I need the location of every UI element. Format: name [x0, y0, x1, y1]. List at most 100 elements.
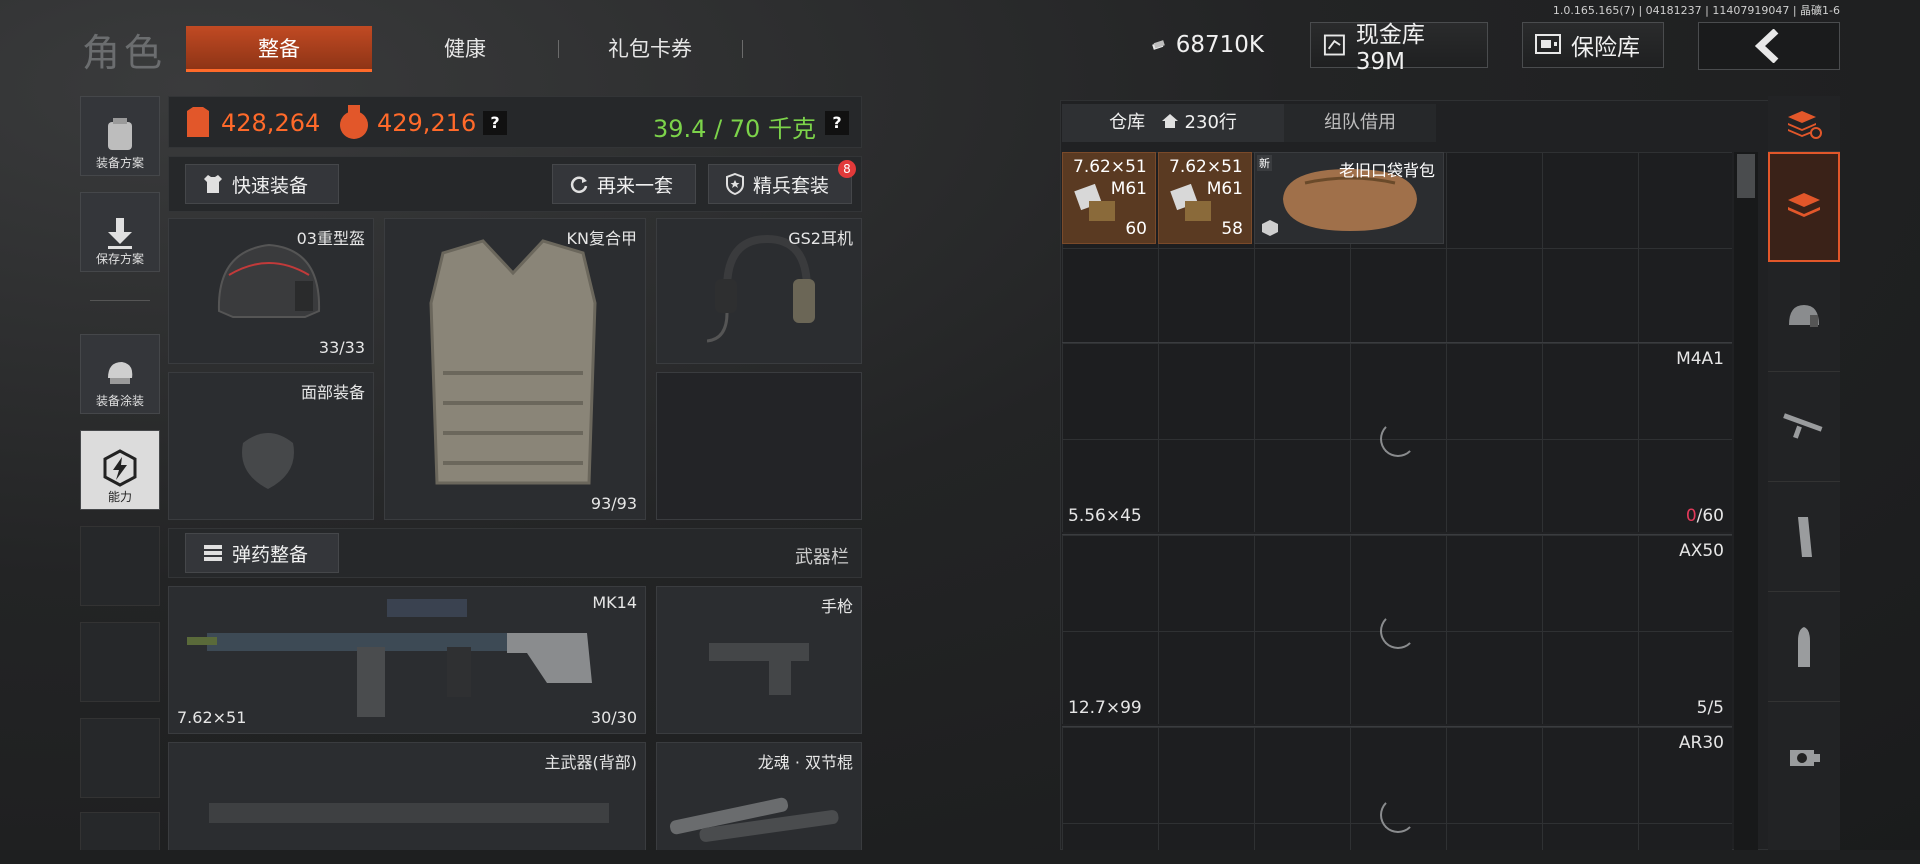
face-slot[interactable]: 面部装备 [168, 372, 374, 520]
tab-equip[interactable]: 整备 [186, 26, 372, 72]
rail-empty-slot [80, 718, 160, 798]
helmet-durability: 33/33 [318, 338, 365, 357]
ammo-item-count: 60 [1125, 219, 1147, 239]
safe-label: 保险库 [1571, 35, 1640, 61]
lightning-hexagon-icon [103, 449, 137, 487]
gun-slot-ax50[interactable]: AX50 12.7×99 5/5 [1062, 534, 1732, 724]
loading-spinner-icon [1380, 613, 1416, 649]
rifle-icon [1783, 412, 1823, 439]
shirt-icon [204, 175, 222, 193]
rail-ability[interactable]: 能力 [80, 430, 160, 510]
tab-health[interactable]: 健康 [372, 26, 558, 72]
rail-divider [90, 300, 150, 301]
filter-ammo[interactable] [1768, 592, 1840, 702]
gun-slot-caliber: 5.56×45 [1068, 506, 1142, 526]
ammo-item-caliber: 7.62×51 [1169, 157, 1243, 177]
filter-rifle[interactable] [1768, 372, 1840, 482]
ammo-item[interactable]: 7.62×51 M61 58 [1158, 152, 1252, 244]
helmet-slot[interactable]: 03重型盔 33/33 [168, 218, 374, 364]
ammo-item-caliber: 7.62×51 [1073, 157, 1147, 177]
scrollbar-thumb[interactable] [1737, 154, 1755, 198]
another-set-button[interactable]: 再来一套 [552, 164, 696, 204]
safe-button[interactable]: 保险库 [1522, 22, 1664, 68]
tab-storage[interactable]: 仓库 230行 [1062, 104, 1284, 142]
rifle-icon [187, 599, 592, 717]
gun-slot-name: AX50 [1679, 541, 1724, 561]
rifle-silhouette-icon [209, 803, 609, 823]
back-weapon-slot[interactable]: 主武器(背部) [168, 742, 646, 854]
loading-spinner-icon [1380, 797, 1416, 833]
rail-label: 装备涂装 [95, 394, 144, 408]
vault-icon [1323, 34, 1345, 56]
shield-icon [726, 173, 744, 195]
value-a: 428,264 [221, 109, 321, 137]
pistol-slot-name: 手枪 [820, 597, 853, 616]
page-title: 角色 [82, 31, 167, 75]
filter-attachment[interactable] [1768, 702, 1840, 812]
primary-weapon-ammo: 30/30 [590, 708, 637, 727]
bottom-strip [0, 850, 1920, 864]
elite-set-button[interactable]: 精兵套装 [708, 164, 852, 204]
ammo-item-type: M61 [1110, 179, 1147, 199]
rail-loadout-plan[interactable]: 装备方案 [80, 96, 160, 176]
gun-slot-caliber: 12.7×99 [1068, 698, 1142, 718]
pistol-icon [709, 643, 809, 695]
value-help-button[interactable]: ? [483, 111, 507, 135]
gun-slot-ammo-count: 5/5 [1696, 698, 1724, 718]
rail-empty-slot [80, 812, 160, 852]
filter-all[interactable] [1768, 152, 1840, 262]
stats-bar: 428,264 429,216 ? 39.4 / 70 千克 ? [168, 96, 862, 148]
gun-slot-m4a1[interactable]: M4A1 5.56×45 0/60 [1062, 342, 1732, 532]
ammo-refit-label: 弹药整备 [232, 543, 309, 566]
headset-name: GS2耳机 [788, 229, 853, 248]
helmet-icon [1789, 304, 1819, 327]
money-display: 68710K [1140, 22, 1276, 68]
elite-set-badge: 8 [838, 160, 856, 178]
tab-team-borrow[interactable]: 组队借用 [1284, 104, 1436, 142]
warehouse-scrollbar[interactable] [1734, 152, 1758, 850]
sort-button[interactable] [1768, 96, 1840, 152]
cash-vault-label: 现金库 39M [1355, 22, 1425, 75]
gun-slot-ar30[interactable]: AR30 [1062, 726, 1732, 850]
rail-save-plan[interactable]: 保存方案 [80, 192, 160, 272]
rail-skin[interactable]: 装备涂装 [80, 334, 160, 414]
ammo-max: /60 [1696, 506, 1724, 526]
bullet-icon [1798, 626, 1810, 667]
melee-slot[interactable]: 龙魂 · 双节棍 [656, 742, 862, 854]
rail-empty-slot [80, 526, 160, 606]
tab-divider [742, 40, 743, 58]
armor-durability: 93/93 [590, 494, 637, 513]
headset-slot[interactable]: GS2耳机 [656, 218, 862, 364]
ammo-refit-button[interactable]: 弹药整备 [185, 533, 339, 573]
backpack-item[interactable]: 新 老旧口袋背包 [1254, 152, 1444, 244]
layers-icon [1788, 193, 1820, 217]
backpack-icon [108, 118, 132, 150]
rail-label: 保存方案 [95, 252, 144, 266]
cash-vault-button[interactable]: 现金库 39M [1310, 22, 1488, 75]
filter-helmet[interactable] [1768, 262, 1840, 372]
ammo-item[interactable]: 7.62×51 M61 60 [1062, 152, 1156, 244]
version-text: 1.0.165.165(7) | 04181237 | 11407919047 … [1552, 4, 1840, 17]
tab-storage-label: 仓库 [1109, 112, 1146, 133]
storage-rows: 230行 [1184, 112, 1237, 133]
tab-gift-cards[interactable]: 礼包卡券 [560, 26, 740, 72]
armor-value-icon [187, 107, 209, 137]
armor-slot[interactable]: KN复合甲 93/93 [384, 218, 646, 520]
primary-weapon-slot[interactable]: MK14 7.62×51 30/30 [168, 586, 646, 734]
quick-equip-button[interactable]: 快速装备 [185, 164, 339, 204]
backpack-name: 老旧口袋背包 [1338, 161, 1435, 180]
bag-value-icon [340, 105, 368, 139]
filter-magazine[interactable] [1768, 482, 1840, 592]
new-badge: 新 [1257, 155, 1272, 171]
cube-icon [1262, 220, 1278, 236]
weapon-bar-label: 武器栏 [795, 547, 849, 568]
pistol-slot[interactable]: 手枪 [656, 586, 862, 734]
weight-help-button[interactable]: ? [825, 111, 849, 135]
loading-spinner-icon [1380, 421, 1416, 457]
armor-name: KN复合甲 [566, 229, 637, 248]
back-button[interactable] [1698, 22, 1840, 70]
refresh-icon [570, 176, 588, 193]
elite-set-label: 精兵套装 [753, 174, 830, 197]
gun-slot-name: M4A1 [1676, 349, 1724, 369]
gun-slot-ammo-count: 0/60 [1686, 506, 1724, 526]
